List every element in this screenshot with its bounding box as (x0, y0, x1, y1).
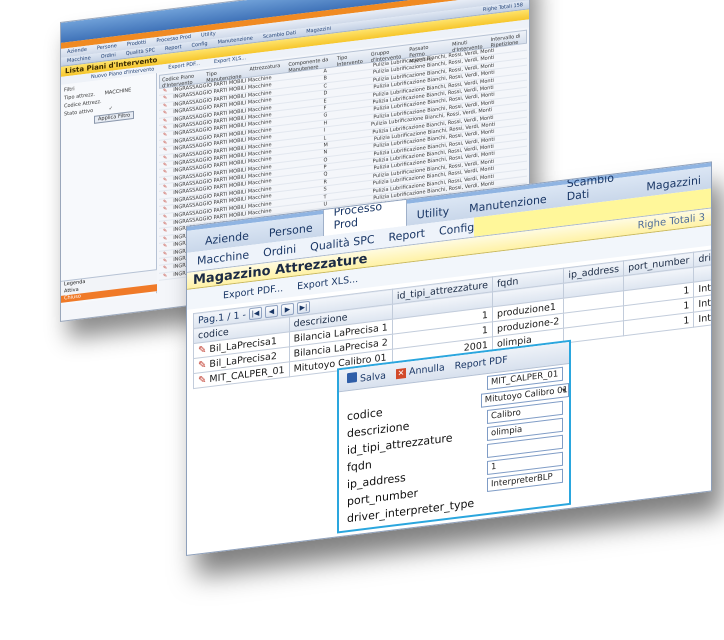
back-row-code: P (323, 164, 327, 171)
back-row-code: R (323, 179, 328, 186)
submenu-macchine[interactable]: Macchine (197, 248, 249, 267)
back-filter-checkbox[interactable]: ✓ (109, 105, 113, 112)
edit-pencil-icon[interactable]: ✎ (198, 344, 206, 356)
back-edit-icon[interactable]: ✎ (163, 88, 167, 95)
back-edit-icon[interactable]: ✎ (163, 213, 167, 220)
save-label: Salva (360, 370, 386, 385)
submenu-ordini[interactable]: Ordini (263, 242, 296, 259)
back-edit-icon[interactable]: ✎ (163, 206, 167, 213)
back-submenu-item[interactable]: Config (192, 41, 208, 49)
back-submenu-item[interactable]: Ordini (101, 52, 116, 60)
back-edit-icon[interactable]: ✎ (163, 110, 167, 117)
back-edit-icon[interactable]: ✎ (163, 236, 167, 243)
back-edit-icon[interactable]: ✎ (163, 132, 167, 139)
back-column-header[interactable]: Attrezzatura (250, 63, 281, 75)
back-edit-icon[interactable]: ✎ (163, 169, 167, 176)
back-filter-label: Filtri (64, 86, 75, 94)
back-row-code: L (323, 134, 327, 142)
prev-page-icon[interactable]: ◀ (264, 304, 278, 319)
report-pdf-button[interactable]: Report PDF (455, 354, 508, 372)
back-column-header[interactable]: Tipo Manutenzione (206, 68, 241, 84)
cancel-label: Annulla (409, 362, 445, 378)
back-row-code: B (323, 75, 327, 83)
back-row-code: F (323, 105, 327, 112)
back-row-code: T (323, 193, 327, 201)
back-edit-icon[interactable]: ✎ (163, 228, 167, 235)
back-edit-icon[interactable]: ✎ (163, 162, 167, 169)
back-row-code: U (323, 201, 328, 208)
back-edit-icon[interactable]: ✎ (163, 199, 167, 206)
back-column-header[interactable]: Intervallo di Ripetizione (491, 33, 524, 49)
back-row-code: G (323, 112, 328, 119)
back-edit-icon[interactable]: ✎ (163, 154, 167, 161)
back-column-header[interactable]: Minuti d'Intervento (452, 38, 483, 54)
back-edit-icon[interactable]: ✎ (163, 147, 167, 154)
back-submenu-item[interactable]: Report (165, 44, 182, 52)
edit-pencil-icon[interactable]: ✎ (198, 374, 206, 386)
back-edit-icon[interactable]: ✎ (163, 95, 167, 102)
submenu-report[interactable]: Report (389, 227, 425, 244)
save-button[interactable]: Salva (347, 368, 386, 386)
submenu-config[interactable]: Config (439, 221, 474, 238)
back-row-code: I (323, 127, 326, 134)
cancel-x-icon: ✕ (395, 367, 406, 380)
first-page-icon[interactable]: |◀ (248, 306, 262, 321)
back-edit-icon[interactable]: ✎ (163, 140, 167, 147)
back-edit-icon[interactable]: ✎ (163, 117, 167, 124)
floppy-save-icon (347, 372, 357, 384)
back-edit-icon[interactable]: ✎ (163, 243, 167, 250)
back-edit-icon[interactable]: ✎ (163, 177, 167, 184)
front-window: Aziende Persone Processo Prod Utility Ma… (186, 161, 712, 556)
back-column-header[interactable]: Tipo Intervento (337, 53, 363, 68)
back-edit-icon[interactable]: ✎ (163, 221, 167, 228)
back-row-code: E (323, 97, 327, 105)
back-row-code: S (323, 186, 327, 193)
back-row-code: H (323, 119, 328, 127)
back-edit-icon[interactable]: ✎ (163, 250, 167, 257)
back-column-header[interactable]: Passato Fermo Macchina (409, 43, 444, 65)
back-row-code: A (323, 68, 327, 75)
back-edit-icon[interactable]: ✎ (163, 273, 167, 280)
edit-pencil-icon[interactable]: ✎ (198, 359, 206, 371)
back-row-code: Q (323, 171, 328, 179)
back-edit-icon[interactable]: ✎ (163, 265, 167, 272)
back-edit-icon[interactable]: ✎ (163, 258, 167, 265)
cancel-button[interactable]: ✕ Annulla (395, 362, 445, 380)
pager-dash: - (242, 309, 246, 321)
back-column-header[interactable]: Gruppo d'Intervento (371, 48, 402, 64)
back-row-code: M (323, 142, 328, 149)
back-edit-icon[interactable]: ✎ (163, 125, 167, 132)
last-page-icon[interactable]: ▶| (296, 300, 310, 315)
back-row-code: O (323, 156, 328, 164)
back-row-code: N (323, 149, 328, 156)
back-row-code: C (323, 82, 328, 90)
back-edit-icon[interactable]: ✎ (163, 103, 167, 110)
next-page-icon[interactable]: ▶ (280, 302, 294, 317)
back-edit-icon[interactable]: ✎ (163, 184, 167, 191)
edit-form: Salva ✕ Annulla Report PDF MIT_CALPER_01… (337, 339, 571, 534)
back-edit-icon[interactable]: ✎ (163, 191, 167, 198)
back-row-code: D (323, 90, 328, 97)
